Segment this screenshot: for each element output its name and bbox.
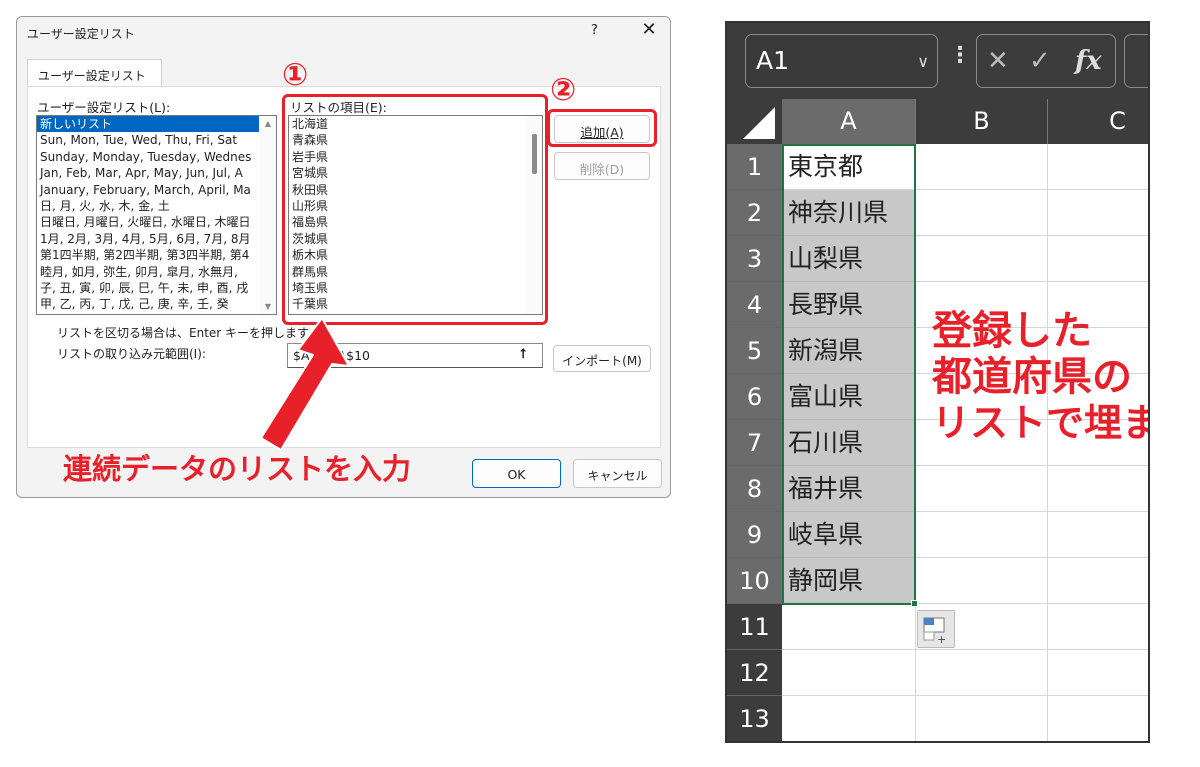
- column-header-a[interactable]: A: [782, 99, 916, 144]
- select-all-corner[interactable]: [727, 99, 782, 144]
- callout-line-2: 都道府県の: [932, 354, 1132, 400]
- cancel-icon[interactable]: ✕: [987, 46, 1009, 76]
- callout-line-1: 登録した: [932, 308, 1092, 354]
- svg-text:+: +: [937, 633, 946, 646]
- insert-function-icon[interactable]: fx: [1075, 46, 1102, 76]
- row-header[interactable]: 10: [727, 558, 782, 604]
- cell-b13[interactable]: [916, 696, 1048, 741]
- cell-c10[interactable]: [1048, 558, 1148, 604]
- cell-c8[interactable]: [1048, 466, 1148, 512]
- auto-fill-icon: +: [923, 617, 946, 646]
- red-arrow-icon: [260, 317, 350, 451]
- fill-handle[interactable]: [911, 600, 918, 607]
- excel-sheet: A1 ∨ ⋮ ✕ ✓ fx ABC 1 東京都 2 神奈川県 3 山梨県 4 長野県 5 新潟県 6…: [725, 21, 1150, 743]
- row-header[interactable]: 1: [727, 144, 782, 190]
- column-header-c[interactable]: C: [1048, 99, 1148, 144]
- cell-b3[interactable]: [916, 236, 1048, 282]
- cell-c12[interactable]: [1048, 650, 1148, 696]
- row-header[interactable]: 8: [727, 466, 782, 512]
- more-icon[interactable]: ⋮: [949, 43, 971, 68]
- cell-b9[interactable]: [916, 512, 1048, 558]
- cell-b8[interactable]: [916, 466, 1048, 512]
- cell-a12[interactable]: [782, 650, 916, 696]
- cell-b10[interactable]: [916, 558, 1048, 604]
- row-header[interactable]: 2: [727, 190, 782, 236]
- row-header[interactable]: 7: [727, 420, 782, 466]
- row-header[interactable]: 6: [727, 374, 782, 420]
- cell-c2[interactable]: [1048, 190, 1148, 236]
- cell-b12[interactable]: [916, 650, 1048, 696]
- row-header[interactable]: 9: [727, 512, 782, 558]
- row-header[interactable]: 4: [727, 282, 782, 328]
- cell-c3[interactable]: [1048, 236, 1148, 282]
- row-header[interactable]: 12: [727, 650, 782, 696]
- cell-a13[interactable]: [782, 696, 916, 741]
- formula-input[interactable]: [1124, 34, 1148, 88]
- cell-c11[interactable]: [1048, 604, 1148, 650]
- formula-buttons: ✕ ✓ fx: [976, 34, 1116, 88]
- screenshot-stage: ユーザー設定リスト ? ✕ ユーザー設定リスト ユーザー設定リスト(L): 新し…: [0, 0, 1200, 767]
- chevron-down-icon[interactable]: ∨: [917, 52, 929, 71]
- name-box[interactable]: A1 ∨: [745, 34, 938, 88]
- row-header[interactable]: 13: [727, 696, 782, 741]
- row-header[interactable]: 5: [727, 328, 782, 374]
- callout-line-3: リストで埋まる: [932, 401, 1148, 445]
- column-header-b[interactable]: B: [916, 99, 1048, 144]
- row-header[interactable]: 3: [727, 236, 782, 282]
- cell-c1[interactable]: [1048, 144, 1148, 190]
- cell-c13[interactable]: [1048, 696, 1148, 741]
- row-header[interactable]: 11: [727, 604, 782, 650]
- enter-icon[interactable]: ✓: [1029, 46, 1051, 76]
- cell-b2[interactable]: [916, 190, 1048, 236]
- auto-fill-options-button[interactable]: +: [917, 610, 955, 648]
- selection-border: [782, 144, 916, 605]
- cell-c9[interactable]: [1048, 512, 1148, 558]
- name-box-value: A1: [756, 46, 790, 75]
- cell-b1[interactable]: [916, 144, 1048, 190]
- caption-text: 連続データのリストを入力: [63, 452, 412, 486]
- cell-a11[interactable]: [782, 604, 916, 650]
